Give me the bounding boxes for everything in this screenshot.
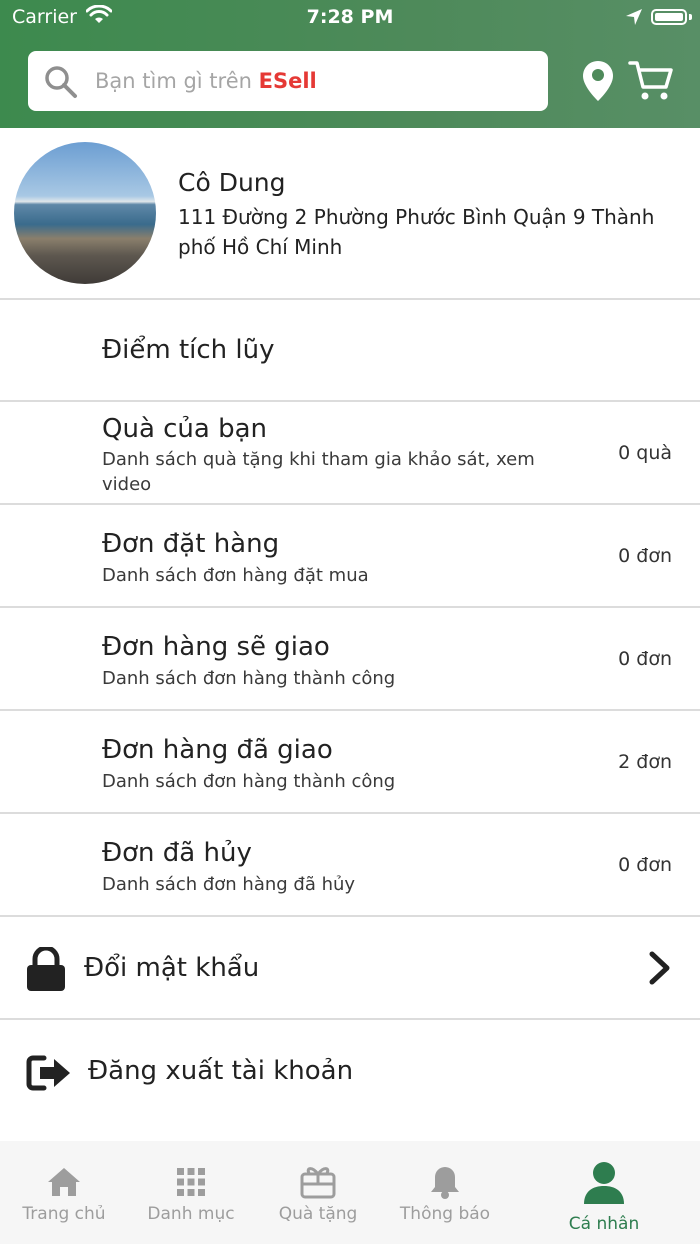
status-time: 7:28 PM — [306, 6, 394, 28]
cart-icon[interactable] — [628, 60, 674, 102]
search-placeholder: Bạn tìm gì trên — [95, 69, 259, 93]
profile-section[interactable]: Cô Dung 111 Đường 2 Phường Phước Bình Qu… — [0, 128, 700, 300]
tab-label: Thông báo — [399, 1204, 491, 1224]
menu-item-count: 0 đơn — [618, 545, 672, 567]
tab-label: Danh mục — [147, 1204, 235, 1224]
grid-icon — [177, 1168, 205, 1196]
menu-item-subtitle: Danh sách đơn hàng đặt mua — [102, 565, 369, 586]
tab-categories[interactable]: Danh mục — [128, 1141, 254, 1244]
change-password-row[interactable]: Đổi mật khẩu — [0, 917, 700, 1020]
menu-item-subtitle: Danh sách đơn hàng thành công — [102, 771, 396, 792]
gift-icon — [300, 1167, 336, 1199]
status-bar: Carrier 7:28 PM — [0, 0, 700, 36]
profile-address: 111 Đường 2 Phường Phước Bình Quận 9 Thà… — [178, 205, 655, 259]
menu-item-title: Đơn đã hủy — [102, 838, 252, 868]
location-pin-icon[interactable] — [582, 60, 614, 102]
home-icon — [48, 1168, 80, 1196]
lock-icon — [27, 947, 65, 991]
change-password-label: Đổi mật khẩu — [84, 953, 260, 983]
menu-item-to-deliver[interactable]: Đơn hàng sẽ giao Danh sách đơn hàng thàn… — [0, 608, 700, 711]
menu-item-title: Quà của bạn — [102, 414, 268, 444]
menu-item-gifts[interactable]: Quà của bạn Danh sách quà tặng khi tham … — [0, 402, 700, 505]
tab-profile[interactable]: Cá nhân — [508, 1141, 700, 1244]
logout-row[interactable]: Đăng xuất tài khoản — [0, 1020, 700, 1121]
profile-name: Cô Dung — [178, 168, 286, 197]
menu-item-delivered[interactable]: Đơn hàng đã giao Danh sách đơn hàng thàn… — [0, 711, 700, 814]
tab-label: Quà tặng — [278, 1204, 358, 1224]
menu-item-subtitle: Danh sách đơn hàng thành công — [102, 668, 396, 689]
menu-item-title: Đơn đặt hàng — [102, 529, 280, 559]
logout-icon — [26, 1055, 70, 1091]
search-input[interactable]: Bạn tìm gì trên ESell — [95, 69, 317, 93]
menu-item-count: 0 quà — [618, 442, 672, 464]
search-bar[interactable]: Bạn tìm gì trên ESell — [28, 51, 548, 111]
logout-label: Đăng xuất tài khoản — [88, 1056, 354, 1086]
menu-item-count: 0 đơn — [618, 854, 672, 876]
menu-item-title: Đơn hàng sẽ giao — [102, 632, 330, 662]
user-icon — [584, 1162, 624, 1204]
menu-item-subtitle: Danh sách quà tặng khi tham gia khảo sát… — [102, 449, 535, 495]
battery-tip — [689, 14, 692, 20]
menu-item-subtitle: Danh sách đơn hàng đã hủy — [102, 874, 356, 895]
location-services-icon — [626, 9, 642, 25]
app-header: Carrier 7:28 PM Bạn tìm gì trên ESell — [0, 0, 700, 128]
bell-icon — [431, 1167, 459, 1199]
menu-item-count: 0 đơn — [618, 648, 672, 670]
menu-item-title: Đơn hàng đã giao — [102, 735, 333, 765]
tab-label: Cá nhân — [568, 1214, 640, 1234]
chevron-right-icon — [649, 951, 670, 985]
tab-bar: Trang chủ Danh mục Quà tặng Thông báo Cá… — [0, 1141, 700, 1244]
menu-item-title: Điểm tích lũy — [102, 335, 275, 365]
tab-label: Trang chủ — [22, 1204, 106, 1224]
menu-item-points[interactable]: Điểm tích lũy — [0, 299, 700, 402]
search-icon — [45, 66, 77, 98]
brand-name: ESell — [258, 69, 317, 93]
battery-icon — [651, 9, 687, 25]
avatar — [14, 142, 156, 284]
menu-item-orders[interactable]: Đơn đặt hàng Danh sách đơn hàng đặt mua … — [0, 505, 700, 608]
tab-home[interactable]: Trang chủ — [0, 1141, 128, 1244]
menu-item-count: 2 đơn — [618, 751, 672, 773]
menu-item-cancelled[interactable]: Đơn đã hủy Danh sách đơn hàng đã hủy 0 đ… — [0, 814, 700, 917]
tab-notifications[interactable]: Thông báo — [382, 1141, 508, 1244]
tab-gifts[interactable]: Quà tặng — [254, 1141, 382, 1244]
